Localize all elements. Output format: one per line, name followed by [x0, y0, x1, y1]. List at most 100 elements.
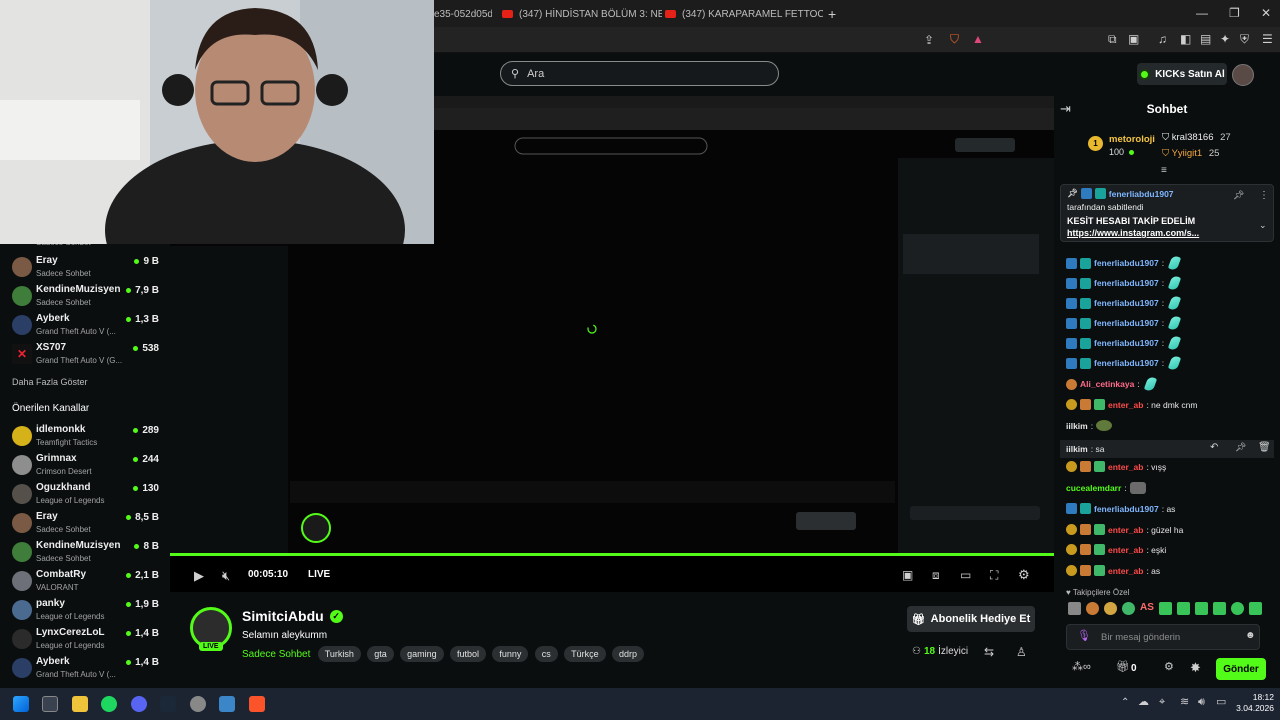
expand-gifters-icon[interactable]: ≡ [1161, 166, 1167, 176]
chat-message[interactable]: fenerliabdu1907: [1066, 314, 1182, 332]
chat-message[interactable]: fenerliabdu1907: as [1066, 503, 1175, 514]
sidebar-icon[interactable]: ◧ [1180, 33, 1191, 45]
emoji-icon[interactable]: ☻ [1245, 631, 1256, 641]
user-avatar[interactable] [1232, 64, 1254, 86]
chat-username[interactable]: iilkim [1066, 444, 1088, 454]
windows-start-icon[interactable] [13, 696, 29, 712]
onedrive-icon[interactable]: ☁ [1138, 697, 1149, 708]
chat-message[interactable]: cucealemdarr: [1066, 482, 1146, 494]
chat-message[interactable]: Ali_cetinkaya: [1066, 375, 1157, 393]
chat-message[interactable]: fenerliabdu1907: [1066, 274, 1182, 292]
tag-chip[interactable]: Türkçe [564, 646, 606, 662]
file-explorer-icon[interactable] [72, 696, 88, 712]
sidebar-item-channel[interactable]: LynxCerezLoL League of Legends 1,4 B [0, 625, 170, 654]
chat-username[interactable]: fenerliabdu1907 [1094, 358, 1159, 368]
show-more-link[interactable]: Daha Fazla Göster [12, 377, 88, 387]
sidebar-item-channel[interactable]: Ayberk Grand Theft Auto V (... 1,4 B [0, 654, 170, 683]
chat-username[interactable]: fenerliabdu1907 [1094, 338, 1159, 348]
minimize-icon[interactable]: — [1196, 7, 1208, 19]
sidebar-item-channel[interactable]: idlemonkk Teamfight Tactics 289 [0, 422, 170, 451]
mute-icon[interactable]: 🔇︎ [222, 569, 230, 582]
chat-username[interactable]: enter_ab [1108, 566, 1143, 576]
chevron-down-icon[interactable]: ⌄ [1259, 221, 1267, 230]
steam-icon[interactable] [160, 696, 176, 712]
task-view-icon[interactable] [42, 696, 58, 712]
fullscreen-icon[interactable]: ⛶ [990, 569, 998, 581]
follow-icon[interactable]: ♙ [1016, 646, 1027, 658]
top-gifter-name[interactable]: kral38166 [1172, 132, 1214, 143]
leo-icon[interactable]: ✦ [1220, 33, 1230, 45]
browser-tab[interactable]: (347) HİNDİSTAN BÖLÜM 3: NEW DE [502, 4, 662, 24]
rewards-icon[interactable]: ▲ [972, 33, 984, 45]
chat-username[interactable]: enter_ab [1108, 545, 1143, 555]
chat-username[interactable]: enter_ab [1108, 525, 1143, 535]
hype-icon[interactable]: ✸ [1190, 661, 1201, 674]
chat-username[interactable]: Ali_cetinkaya [1080, 379, 1134, 389]
location-icon[interactable]: ⌖ [1159, 697, 1165, 708]
theater-mode-icon[interactable]: ▭ [960, 569, 971, 581]
search-input[interactable]: ⚲ Ara [500, 61, 779, 86]
tray-chevron-icon[interactable]: ⌃ [1121, 698, 1129, 708]
tag-chip[interactable]: ddrp [611, 646, 644, 662]
unpin-icon[interactable]: 📌︎ [1233, 191, 1244, 200]
extensions-icon[interactable]: ⧉ [1108, 33, 1117, 45]
browser-tab[interactable]: (347) KARAPARAMEL FETTOCİNO | M [665, 4, 823, 24]
vpn-icon[interactable]: ⛨ [1240, 33, 1249, 45]
chat-username[interactable]: fenerliabdu1907 [1094, 258, 1159, 268]
chat-message[interactable]: enter_ab: as [1066, 565, 1160, 576]
chat-username[interactable]: fenerliabdu1907 [1094, 504, 1159, 514]
close-window-icon[interactable]: ✕ [1261, 7, 1271, 19]
new-tab-button[interactable]: + [828, 7, 836, 21]
chat-username[interactable]: cucealemdarr [1066, 483, 1121, 493]
chat-input[interactable]: 🎙︎ Bir mesaj gönderin ☻ [1066, 624, 1260, 650]
pinned-user[interactable]: fenerliabdu1907 [1109, 189, 1174, 199]
play-icon[interactable]: ▶ [194, 569, 204, 582]
sidebar-item-channel[interactable]: Eray Sadece Sohbet 8,5 B [0, 509, 170, 538]
wallet-icon[interactable]: ▤ [1200, 33, 1211, 45]
chat-message[interactable]: enter_ab: güzel ha [1066, 524, 1183, 535]
share-stream-icon[interactable]: ⇆ [984, 646, 994, 658]
chat-username[interactable]: enter_ab [1108, 400, 1143, 410]
sidebar-item-channel[interactable]: ✕ XS707 Grand Theft Auto V (G... 538 [0, 340, 170, 369]
chat-message[interactable]: enter_ab: ne dmk cnm [1066, 399, 1197, 410]
channel-name[interactable]: SimitciAbdu [242, 608, 324, 624]
battery-icon[interactable]: ▭ [1216, 697, 1226, 708]
system-clock[interactable]: 18:12 3.04.2026 [1236, 692, 1274, 714]
top-gifter-name[interactable]: Yyiigit1 [1172, 148, 1203, 159]
tag-chip[interactable]: gaming [400, 646, 444, 662]
media-icon[interactable]: ♫ [1158, 33, 1167, 45]
send-button[interactable]: Gönder [1216, 658, 1266, 680]
kicks-buy-button[interactable]: KICKs Satın Al [1137, 63, 1227, 85]
top-gifter-name[interactable]: metoroloji [1109, 134, 1155, 145]
chat-username[interactable]: fenerliabdu1907 [1094, 278, 1159, 288]
tag-chip[interactable]: futbol [449, 646, 487, 662]
microphone-icon[interactable]: 🎙︎ [1077, 631, 1091, 642]
chat-username[interactable]: iilkim [1066, 421, 1088, 431]
brave-browser-icon[interactable] [249, 696, 265, 712]
sidebar-item-channel[interactable]: KendineMuzisyen Sadece Sohbet 7,9 B [0, 282, 170, 311]
app-icon[interactable] [190, 696, 206, 712]
stream-category[interactable]: Sadece Sohbet [242, 649, 310, 660]
photos-icon[interactable] [219, 696, 235, 712]
sidebar-item-channel[interactable]: Eray Sadece Sohbet 9 B [0, 253, 170, 282]
chat-settings-icon[interactable]: ⚙ [1164, 662, 1174, 673]
kicks-wallet-icon[interactable]: 🎁︎ [1116, 662, 1130, 673]
discord-icon[interactable] [131, 696, 147, 712]
browser-tab[interactable]: e35-052d05d [434, 4, 492, 24]
brave-shield-icon[interactable]: ⛉ [950, 33, 959, 45]
settings-gear-icon[interactable]: ⚙ [1018, 568, 1030, 581]
playback-progress-bar[interactable] [170, 553, 1054, 556]
wifi-icon[interactable]: ≋ [1180, 697, 1189, 708]
clip-icon[interactable]: ⧈ [932, 569, 940, 581]
tag-chip[interactable]: funny [492, 646, 529, 662]
sidebar-item-channel[interactable]: Ayberk Grand Theft Auto V (... 1,3 B [0, 311, 170, 340]
chat-message[interactable]: iilkim: [1066, 420, 1113, 431]
sidebar-item-channel[interactable]: KendineMuzisyen Sadece Sohbet 8 B [0, 538, 170, 567]
reply-icon[interactable]: ↶ [1210, 443, 1218, 453]
sidebar-item-channel[interactable]: Oguzkhand League of Legends 130 [0, 480, 170, 509]
gift-kicks-icon[interactable]: ⁂∞ [1072, 662, 1091, 673]
miniplayer-icon[interactable]: ▣ [902, 569, 913, 581]
chat-message-hover[interactable]: iilkim: sa ↶ 📌︎ 🗑︎ [1060, 440, 1274, 458]
chat-message[interactable]: fenerliabdu1907: [1066, 254, 1182, 272]
sidebar-item-channel[interactable]: CombatRy VALORANT 2,1 B [0, 567, 170, 596]
